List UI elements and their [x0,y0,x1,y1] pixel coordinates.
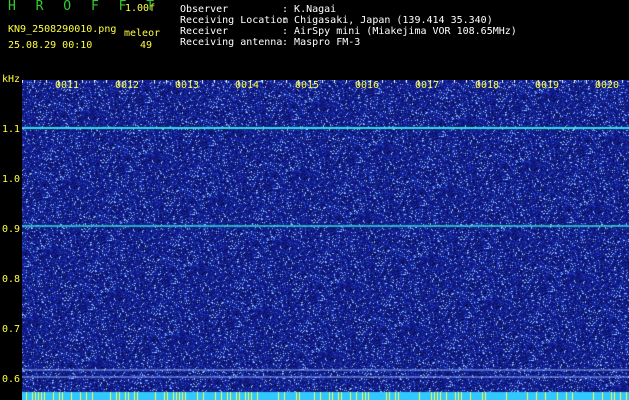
hrofft-window: H R O F F T 1.00f KN9_2508290010.png mel… [0,0,629,400]
x-tick-0013: 0013 [175,80,200,91]
x-tick-0019: 0019 [535,80,560,91]
file-name: KN9_2508290010.png [8,24,117,35]
spectrogram-waterfall [22,80,629,400]
datetime: 25.08.29 00:10 [8,40,93,51]
y-tick-0-7: 0.7 [2,324,21,335]
y-tick-0-9: 0.9 [2,224,21,235]
app-version: 1.00f [125,3,156,14]
meta-antenna-value: : Maspro FM-3 [282,37,361,48]
x-tick-0020: 0020 [595,80,620,91]
meta-antenna: Receiving antenna [180,37,283,48]
y-tick-1-0: 1.0 [2,174,21,185]
x-tick-0012: 0012 [115,80,140,91]
y-axis-unit: kHz [2,74,21,85]
x-tick-0018: 0018 [475,80,500,91]
x-tick-0016: 0016 [355,80,380,91]
x-tick-0014: 0014 [235,80,260,91]
x-tick-0015: 0015 [295,80,320,91]
x-tick-0017: 0017 [415,80,440,91]
meteor-label: meleor [124,28,161,39]
x-tick-0011: 0011 [55,80,80,91]
meteor-count: 49 [140,40,153,51]
y-tick-0-8: 0.8 [2,274,21,285]
y-tick-0-6: 0.6 [2,374,21,385]
y-tick-1-1: 1.1 [2,124,21,135]
